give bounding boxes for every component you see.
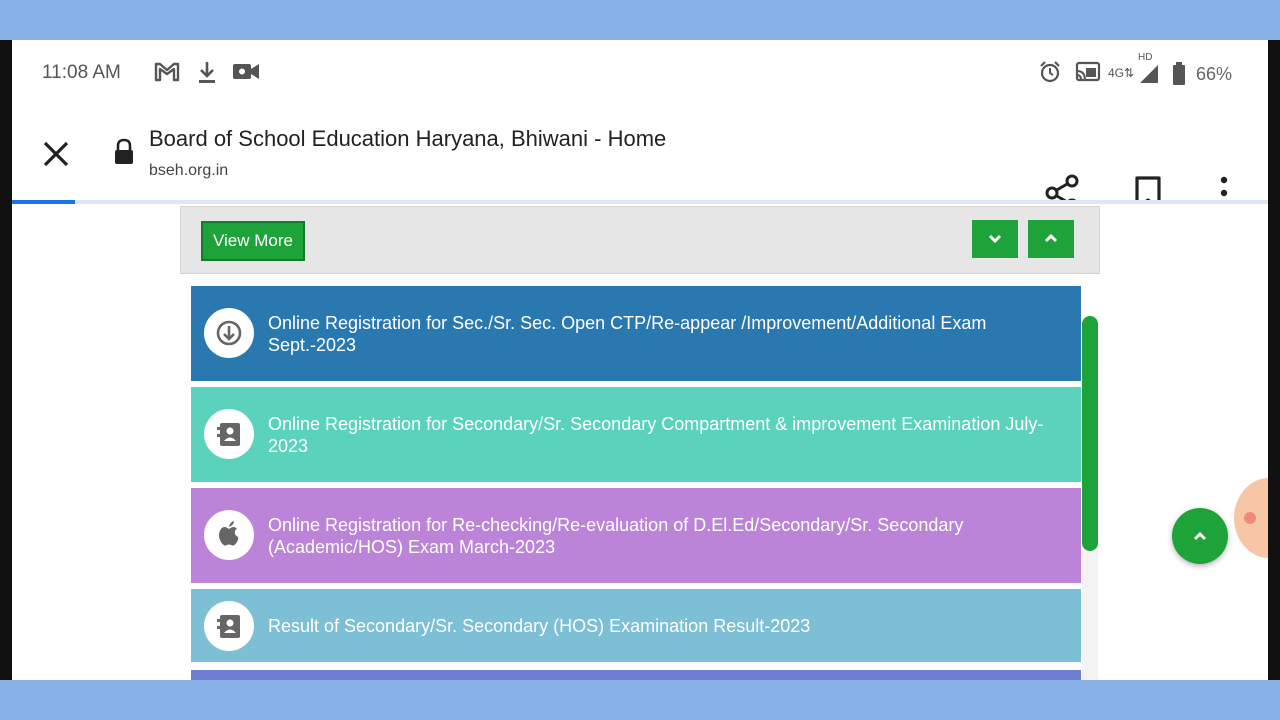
- video-camera-icon: [232, 60, 260, 87]
- alarm-icon: [1038, 60, 1062, 89]
- lock-icon: [113, 138, 135, 171]
- chat-indicator-dot: [1244, 512, 1256, 524]
- news-item[interactable]: Result of Secondary/Sr. Secondary (HOS) …: [191, 589, 1081, 662]
- close-tab-button[interactable]: [40, 138, 72, 170]
- download-icon: [196, 60, 218, 89]
- news-item[interactable]: [191, 670, 1081, 680]
- signal-icon: [1138, 64, 1160, 89]
- news-list: Online Registration for Sec./Sr. Sec. Op…: [191, 286, 1081, 680]
- device-frame-right: [1268, 40, 1280, 680]
- scrollbar-thumb[interactable]: [1082, 316, 1098, 551]
- status-time: 11:08 AM: [42, 62, 121, 83]
- device-frame-left: [0, 40, 12, 680]
- contact-book-icon: [204, 409, 254, 459]
- page-title[interactable]: Board of School Education Haryana, Bhiwa…: [149, 126, 666, 152]
- back-to-top-button[interactable]: [1172, 508, 1228, 564]
- scroll-up-button[interactable]: [1028, 220, 1074, 258]
- battery-icon: [1172, 62, 1186, 91]
- chevron-up-icon: [1044, 233, 1058, 243]
- news-scrollbar[interactable]: [1082, 316, 1098, 680]
- scroll-down-button[interactable]: [972, 220, 1018, 258]
- status-bar: 11:08 AM 4G⇅ HD 66%: [12, 40, 1268, 106]
- news-item[interactable]: Online Registration for Secondary/Sr. Se…: [191, 387, 1081, 482]
- chevron-up-icon: [1193, 531, 1207, 541]
- chevron-down-icon: [988, 234, 1002, 244]
- news-item-text[interactable]: Online Registration for Sec./Sr. Sec. Op…: [268, 312, 1068, 356]
- page-url[interactable]: bseh.org.in: [149, 162, 228, 180]
- page-content: View More Online Registration for Sec./S…: [12, 204, 1268, 680]
- network-4g-icon: 4G⇅: [1108, 66, 1135, 80]
- download-circle-icon: [204, 308, 254, 358]
- news-item-text[interactable]: Result of Secondary/Sr. Secondary (HOS) …: [268, 615, 1068, 637]
- network-label: 4G: [1108, 66, 1125, 80]
- contact-book-icon: [204, 601, 254, 651]
- hd-label: HD: [1138, 52, 1153, 63]
- news-item[interactable]: Online Registration for Sec./Sr. Sec. Op…: [191, 286, 1081, 381]
- chat-widget-button[interactable]: [1234, 478, 1268, 558]
- apple-icon: [204, 510, 254, 560]
- battery-percentage: 66%: [1196, 64, 1233, 84]
- cast-icon: [1074, 60, 1102, 89]
- news-item-text[interactable]: Online Registration for Re-checking/Re-e…: [268, 514, 1068, 558]
- phone-screen: 11:08 AM 4G⇅ HD 66% Board of School Educ…: [12, 40, 1268, 680]
- news-item[interactable]: Online Registration for Re-checking/Re-e…: [191, 488, 1081, 583]
- view-more-button[interactable]: View More: [201, 221, 305, 261]
- close-icon: [43, 141, 69, 167]
- news-panel-header: View More: [180, 206, 1100, 274]
- news-item-text[interactable]: Online Registration for Secondary/Sr. Se…: [268, 413, 1068, 457]
- gmail-icon: [154, 60, 180, 87]
- browser-toolbar: Board of School Education Haryana, Bhiwa…: [12, 106, 1268, 212]
